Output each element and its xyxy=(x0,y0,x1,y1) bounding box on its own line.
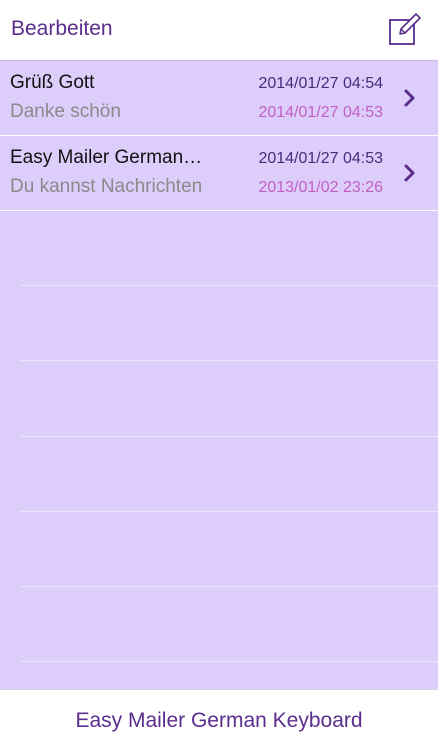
message-title: Easy Mailer German… xyxy=(10,147,203,168)
message-title: Grüß Gott xyxy=(10,72,95,93)
empty-row-divider xyxy=(20,511,438,512)
navigation-bar: Bearbeiten xyxy=(0,0,438,61)
edit-button[interactable]: Bearbeiten xyxy=(11,17,113,41)
empty-row-divider xyxy=(20,360,438,361)
message-row[interactable]: Grüß Gott Danke schön 2014/01/27 04:54 2… xyxy=(0,61,438,136)
message-date-primary: 2014/01/27 04:54 xyxy=(258,75,383,92)
message-subtitle: Du kannst Nachrichten xyxy=(10,176,203,197)
keyboard-link[interactable]: Easy Mailer German Keyboard xyxy=(0,709,438,733)
message-date-secondary: 2013/01/02 23:26 xyxy=(258,179,383,196)
message-list: Grüß Gott Danke schön 2014/01/27 04:54 2… xyxy=(0,61,438,211)
empty-row-divider xyxy=(20,436,438,437)
chevron-right-icon xyxy=(404,164,415,182)
empty-row-divider xyxy=(20,586,438,587)
empty-row-divider xyxy=(20,285,438,286)
message-row[interactable]: Easy Mailer German… Du kannst Nachrichte… xyxy=(0,136,438,211)
bottom-toolbar: Easy Mailer German Keyboard xyxy=(0,689,438,750)
compose-icon[interactable] xyxy=(388,12,422,46)
message-date-primary: 2014/01/27 04:53 xyxy=(258,150,383,167)
empty-row-divider xyxy=(20,661,438,662)
message-subtitle: Danke schön xyxy=(10,101,121,122)
chevron-right-icon xyxy=(404,89,415,107)
message-date-secondary: 2014/01/27 04:53 xyxy=(258,104,383,121)
